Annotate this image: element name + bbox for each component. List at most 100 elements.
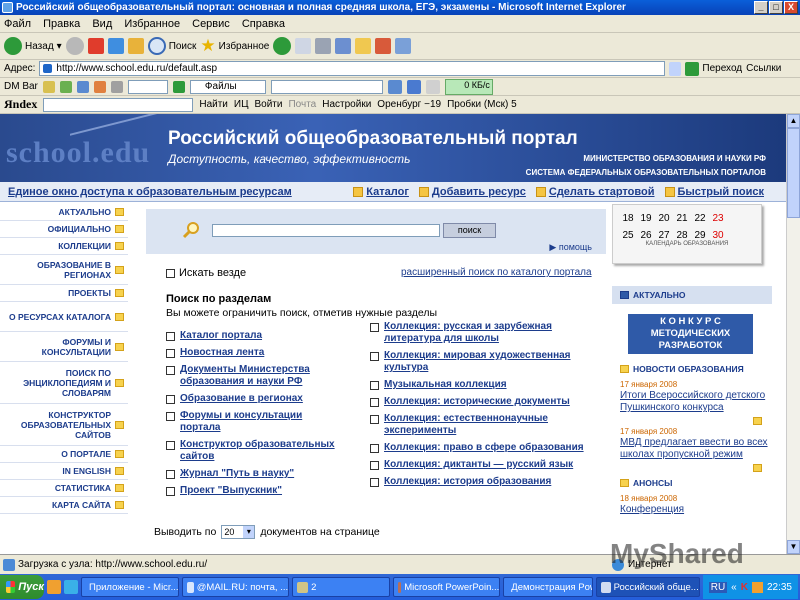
- dm-icon-1[interactable]: [42, 80, 55, 93]
- stop-icon[interactable]: [87, 38, 104, 54]
- yandex-search-input[interactable]: [43, 97, 194, 112]
- section-checkbox[interactable]: [370, 381, 379, 390]
- menu-help[interactable]: Справка: [242, 18, 285, 30]
- nav-official[interactable]: ОФИЦИАЛЬНО: [0, 221, 128, 238]
- scroll-up-icon[interactable]: ▲: [787, 114, 800, 128]
- more-arrow[interactable]: [612, 464, 762, 472]
- dm-combo[interactable]: [270, 79, 383, 94]
- print-icon[interactable]: [315, 38, 332, 54]
- section-checkbox[interactable]: [166, 332, 175, 341]
- mail-icon[interactable]: [295, 38, 312, 54]
- files-select[interactable]: Файлы: [189, 79, 266, 94]
- contest-banner[interactable]: К О Н К У Р С МЕТОДИЧЕСКИХ РАЗРАБОТОК: [628, 314, 753, 354]
- education-calendar[interactable]: 18 19 20 21 22 23 25 26 27 28 29 30 КАЛЕ…: [612, 204, 762, 264]
- section-checkbox[interactable]: [166, 441, 175, 450]
- search-everywhere-option[interactable]: Искать везде: [166, 267, 246, 279]
- back-button[interactable]: Назад ▾: [4, 37, 62, 55]
- mail-button[interactable]: Почта: [288, 99, 316, 110]
- discuss-icon[interactable]: [355, 38, 372, 54]
- section-item[interactable]: Коллекция: мировая художественная культу…: [370, 350, 602, 374]
- nav-actual[interactable]: АКТУАЛЬНО: [0, 204, 128, 221]
- dm-icon-6[interactable]: [172, 80, 185, 93]
- make-start-link[interactable]: Сделать стартовой: [535, 182, 655, 202]
- section-checkbox[interactable]: [370, 478, 379, 487]
- tray-icon[interactable]: [751, 581, 763, 593]
- menu-tools[interactable]: Сервис: [192, 18, 230, 30]
- menu-edit[interactable]: Правка: [43, 18, 80, 30]
- dm-download-icon[interactable]: [406, 79, 421, 94]
- task-word[interactable]: Приложение - Micr...: [81, 577, 179, 597]
- nav-english[interactable]: IN ENGLISH: [0, 463, 128, 480]
- language-indicator[interactable]: RU: [708, 581, 728, 593]
- research-icon[interactable]: [395, 38, 412, 54]
- portal-search-button[interactable]: поиск: [443, 223, 496, 238]
- scroll-thumb[interactable]: [787, 128, 800, 218]
- dm-search-icon[interactable]: [387, 79, 402, 94]
- tray-k-icon[interactable]: K: [741, 582, 748, 593]
- task-slideshow[interactable]: Демонстрация Pow...: [503, 577, 594, 597]
- refresh-icon[interactable]: [107, 38, 124, 54]
- section-checkbox[interactable]: [370, 444, 379, 453]
- favorites-button[interactable]: ★ Избранное: [200, 36, 269, 56]
- tray-arrow-icon[interactable]: «: [731, 582, 737, 593]
- scroll-down-icon[interactable]: ▼: [787, 540, 800, 554]
- add-resource-link[interactable]: Добавить ресурс: [418, 182, 526, 202]
- dm-icon-5[interactable]: [110, 80, 123, 93]
- minimize-button[interactable]: _: [754, 1, 768, 14]
- section-item[interactable]: Конструктор образовательных сайтов: [166, 439, 344, 463]
- dropdown-arrow-icon[interactable]: [669, 61, 682, 76]
- weather-button[interactable]: Оренбург −19: [377, 99, 441, 110]
- dm-icon-2[interactable]: [59, 80, 72, 93]
- search-everywhere-checkbox[interactable]: [166, 268, 175, 278]
- task-ie[interactable]: Российский обще...: [596, 577, 700, 597]
- section-checkbox[interactable]: [370, 398, 379, 407]
- section-item[interactable]: Каталог портала: [166, 330, 344, 342]
- dm-icon-4[interactable]: [93, 80, 106, 93]
- login-button[interactable]: Войти: [254, 99, 282, 110]
- section-item[interactable]: Музыкальная коллекция: [370, 379, 602, 391]
- help-link[interactable]: ▶ помощь: [549, 242, 592, 253]
- quick-search-link[interactable]: Быстрый поиск: [664, 182, 764, 202]
- settings-button[interactable]: Настройки: [322, 99, 371, 110]
- nav-encyclopedias[interactable]: ПОИСК ПО ЭНЦИКЛОПЕДИЯМ И СЛОВАРЯМ: [0, 362, 128, 404]
- section-checkbox[interactable]: [370, 352, 379, 361]
- nav-forums[interactable]: ФОРУМЫ И КОНСУЛЬТАЦИИ: [0, 332, 128, 362]
- address-input[interactable]: http://www.school.edu.ru/default.asp: [39, 61, 666, 76]
- section-checkbox[interactable]: [370, 461, 379, 470]
- section-checkbox[interactable]: [166, 470, 175, 479]
- section-checkbox[interactable]: [166, 395, 175, 404]
- nav-sitemap[interactable]: КАРТА САЙТА: [0, 497, 128, 514]
- home-icon[interactable]: [127, 38, 144, 54]
- dm-input[interactable]: [127, 79, 168, 94]
- edit-icon[interactable]: [335, 38, 352, 54]
- announce-link[interactable]: Конференция: [620, 504, 772, 516]
- section-item[interactable]: Коллекция: естественнонаучные эксперимен…: [370, 413, 602, 437]
- section-checkbox[interactable]: [166, 349, 175, 358]
- section-item[interactable]: Коллекция: право в сфере образования: [370, 442, 602, 454]
- section-item[interactable]: Проект "Выпускник": [166, 485, 344, 497]
- advanced-search-link[interactable]: расширенный поиск по каталогу портала: [401, 267, 592, 278]
- section-checkbox[interactable]: [166, 412, 175, 421]
- nav-regions[interactable]: ОБРАЗОВАНИЕ В РЕГИОНАХ: [0, 255, 128, 285]
- news-link[interactable]: Итоги Всероссийского детского Пушкинског…: [620, 390, 772, 414]
- menu-file[interactable]: Файл: [4, 18, 31, 30]
- section-item[interactable]: Коллекция: русская и зарубежная литерату…: [370, 321, 602, 345]
- task-folder[interactable]: 2: [292, 577, 390, 597]
- ic-button[interactable]: ИЦ: [234, 99, 249, 110]
- section-item[interactable]: Форумы и консультации портала: [166, 410, 344, 434]
- section-item[interactable]: Коллекция: история образования: [370, 476, 602, 488]
- yandex-logo[interactable]: Яndex: [4, 97, 37, 112]
- more-arrow[interactable]: [612, 417, 762, 425]
- messenger-icon[interactable]: [375, 38, 392, 54]
- task-mail[interactable]: @MAIL.RU: почта, ...: [181, 577, 290, 597]
- nav-constructor[interactable]: КОНСТРУКТОР ОБРАЗОВАТЕЛЬНЫХ САЙТОВ: [0, 404, 128, 446]
- section-checkbox[interactable]: [370, 415, 379, 424]
- links-button[interactable]: Ссылки: [746, 63, 781, 74]
- menu-view[interactable]: Вид: [92, 18, 112, 30]
- section-checkbox[interactable]: [370, 323, 379, 332]
- close-button[interactable]: X: [784, 1, 798, 14]
- yandex-find-button[interactable]: Найти: [199, 99, 228, 110]
- traffic-button[interactable]: Пробки (Мск) 5: [447, 99, 517, 110]
- portal-search-input[interactable]: [212, 224, 440, 237]
- nav-collections[interactable]: КОЛЛЕКЦИИ: [0, 238, 128, 255]
